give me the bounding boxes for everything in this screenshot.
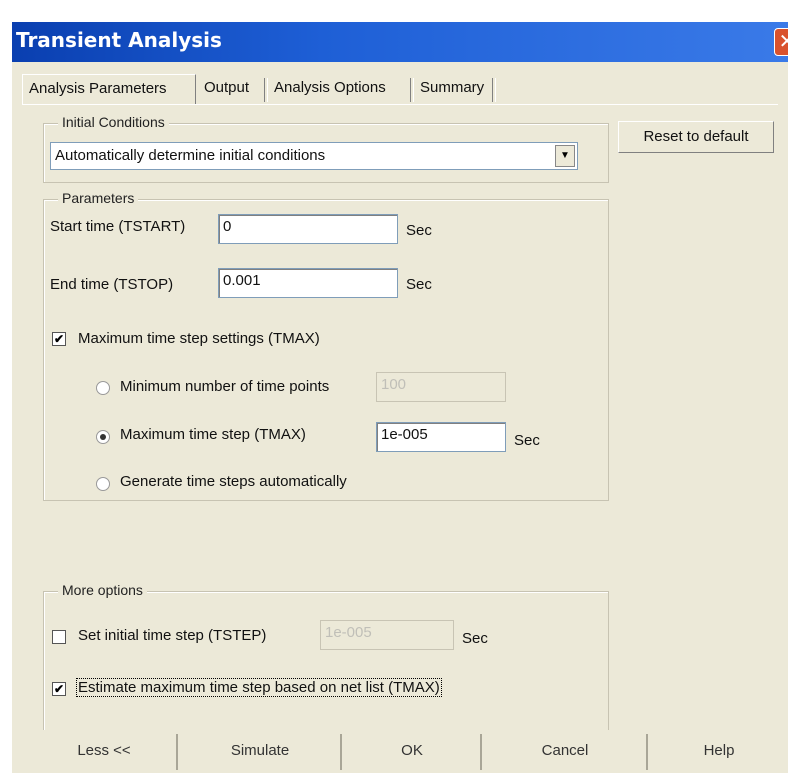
parameters-group: Parameters Start time (TSTART) 0 Sec End… xyxy=(43,190,609,501)
end-time-input[interactable]: 0.001 xyxy=(218,268,398,298)
min-time-points-label: Minimum number of time points xyxy=(120,378,330,395)
max-time-step-unit: Sec xyxy=(514,432,540,449)
start-time-input[interactable]: 0 xyxy=(218,214,398,244)
max-time-step-input[interactable]: 1e-005 xyxy=(376,422,506,452)
window-title: Transient Analysis xyxy=(16,28,222,52)
dialog-button-bar: Less << Simulate OK Cancel Help xyxy=(12,730,788,773)
more-options-label: More options xyxy=(58,582,147,598)
tab-analysis-parameters[interactable]: Analysis Parameters xyxy=(22,74,196,104)
start-time-unit: Sec xyxy=(406,222,432,239)
parameters-label: Parameters xyxy=(58,190,139,206)
estimate-max-step-label: Estimate maximum time step based on net … xyxy=(76,678,442,697)
auto-time-steps-label: Generate time steps automatically xyxy=(120,473,347,490)
estimate-max-step-checkbox[interactable]: ✔ xyxy=(52,682,66,696)
analysis-parameters-panel: Initial Conditions Automatically determi… xyxy=(22,104,778,741)
simulate-button[interactable]: Simulate xyxy=(180,734,342,770)
initial-conditions-group: Initial Conditions Automatically determi… xyxy=(43,114,609,183)
initial-time-step-input[interactable]: 1e-005 xyxy=(320,620,454,650)
tab-analysis-options[interactable]: Analysis Options xyxy=(268,74,410,104)
more-options-group: More options Set initial time step (TSTE… xyxy=(43,582,609,731)
ok-button[interactable]: OK xyxy=(344,734,482,770)
min-time-points-radio[interactable] xyxy=(96,381,110,395)
help-button[interactable]: Help xyxy=(650,734,788,770)
max-time-step-label: Maximum time step (TMAX) xyxy=(120,426,306,443)
initial-time-step-checkbox[interactable] xyxy=(52,630,66,644)
title-bar[interactable]: Transient Analysis ✕ xyxy=(12,22,788,62)
end-time-label: End time (TSTOP) xyxy=(50,276,174,293)
initial-conditions-label: Initial Conditions xyxy=(58,114,169,130)
initial-conditions-dropdown[interactable]: Automatically determine initial conditio… xyxy=(50,142,578,170)
tab-output[interactable]: Output xyxy=(198,74,264,104)
transient-analysis-dialog: Transient Analysis ✕ Analysis Parameters… xyxy=(0,0,788,773)
reset-to-default-button[interactable]: Reset to default xyxy=(618,121,774,153)
max-time-step-radio[interactable] xyxy=(96,430,110,444)
tab-summary[interactable]: Summary xyxy=(414,74,492,104)
less-button[interactable]: Less << xyxy=(32,734,178,770)
initial-conditions-value: Automatically determine initial conditio… xyxy=(55,147,326,164)
cancel-button[interactable]: Cancel xyxy=(484,734,648,770)
start-time-label: Start time (TSTART) xyxy=(50,218,186,235)
tmax-settings-label: Maximum time step settings (TMAX) xyxy=(78,330,320,347)
auto-time-steps-radio[interactable] xyxy=(96,477,110,491)
dialog-body: Analysis Parameters Output Analysis Opti… xyxy=(12,62,788,773)
tab-separator xyxy=(492,78,496,102)
initial-time-step-label: Set initial time step (TSTEP) xyxy=(78,627,267,644)
close-icon[interactable]: ✕ xyxy=(774,28,788,56)
chevron-down-icon[interactable]: ▼ xyxy=(555,145,575,167)
min-time-points-input[interactable]: 100 xyxy=(376,372,506,402)
initial-time-step-unit: Sec xyxy=(462,630,488,647)
tmax-settings-checkbox[interactable]: ✔ xyxy=(52,332,66,346)
end-time-unit: Sec xyxy=(406,276,432,293)
